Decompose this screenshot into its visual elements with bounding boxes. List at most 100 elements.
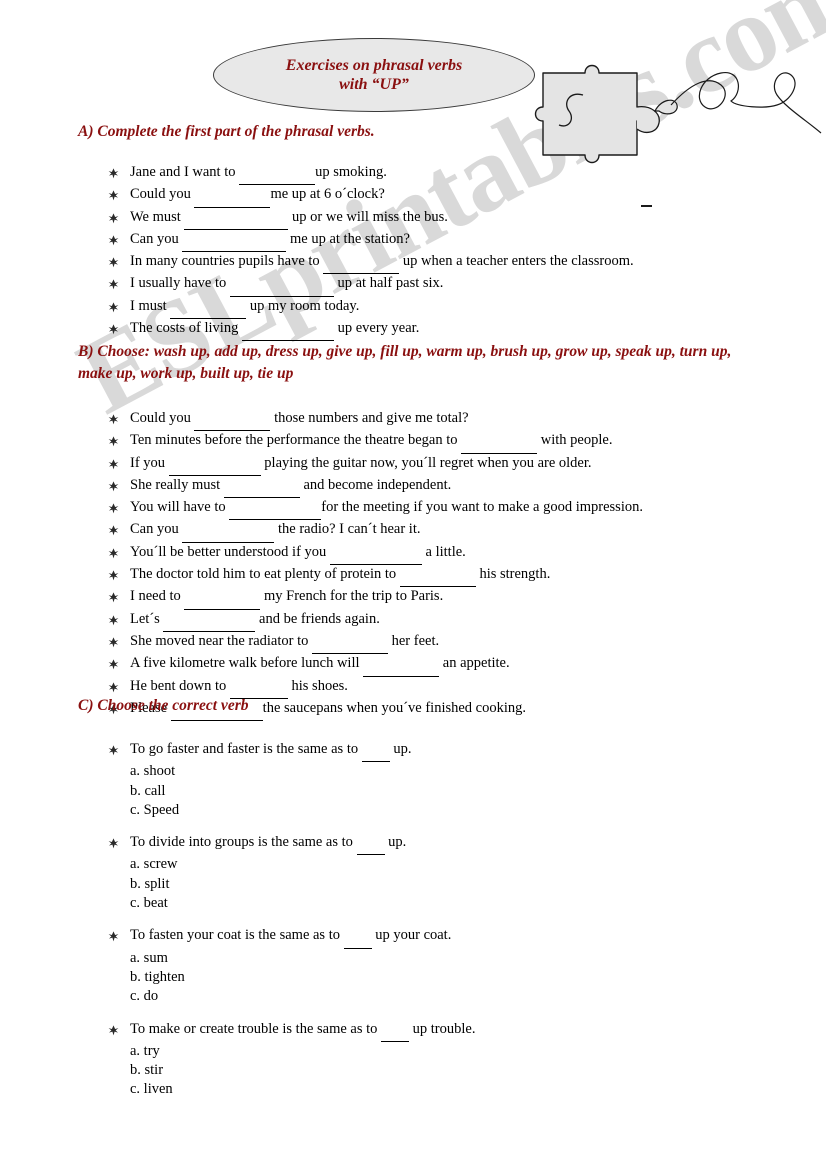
answer-blank[interactable] bbox=[239, 165, 316, 186]
option-item[interactable]: a. screw bbox=[130, 855, 475, 874]
question-block: To divide into groups is the same as to … bbox=[108, 833, 475, 913]
answer-blank[interactable] bbox=[229, 500, 322, 521]
title-line-1: Exercises on phrasal verbs bbox=[285, 57, 463, 74]
exercise-sentence: I usually have to up at half past six. bbox=[130, 274, 634, 297]
option-item[interactable]: a. try bbox=[130, 1042, 475, 1061]
answer-blank[interactable] bbox=[361, 742, 390, 763]
exercise-sentence: Can you the radio? I can´t hear it. bbox=[130, 520, 643, 543]
answer-blank[interactable] bbox=[184, 589, 261, 610]
answer-blank[interactable] bbox=[343, 928, 372, 949]
option-item[interactable]: b. split bbox=[130, 875, 475, 894]
answer-blank[interactable] bbox=[168, 456, 261, 476]
option-item[interactable]: a. sum bbox=[130, 949, 475, 968]
sentence-prefix: He bent down to bbox=[130, 677, 230, 694]
exercise-sentence: Jane and I want to up smoking. bbox=[130, 163, 634, 186]
answer-blank[interactable] bbox=[184, 210, 289, 230]
question-row: To go faster and faster is the same as t… bbox=[108, 740, 475, 763]
exercise-sentence: She really must and become independent. bbox=[130, 476, 643, 499]
question-block: To fasten your coat is the same as to up… bbox=[108, 926, 475, 1006]
answer-blank[interactable] bbox=[323, 254, 400, 275]
answer-blank[interactable] bbox=[223, 478, 300, 499]
exercise-item: Could you me up at 6 o´clock? bbox=[108, 185, 634, 208]
puzzle-piece-icon bbox=[534, 64, 822, 164]
exercise-sentence: Ten minutes before the performance the t… bbox=[130, 431, 643, 454]
sentence-suffix: playing the guitar now, you´ll regret wh… bbox=[260, 454, 592, 471]
answer-blank[interactable] bbox=[399, 567, 476, 588]
section-b-list: Could you those numbers and give me tota… bbox=[108, 409, 643, 722]
exercise-sentence: You will have to for the meeting if you … bbox=[130, 498, 643, 521]
option-item[interactable]: a. shoot bbox=[130, 762, 475, 781]
answer-blank[interactable] bbox=[363, 656, 440, 677]
exercise-item: I must up my room today. bbox=[108, 297, 634, 320]
bullet-icon bbox=[108, 520, 130, 536]
title-balloon: Exercises on phrasal verbs with “UP” bbox=[213, 38, 535, 112]
answer-blank[interactable] bbox=[194, 411, 271, 432]
bullet-icon bbox=[108, 740, 130, 756]
section-a-heading: A) Complete the first part of the phrasa… bbox=[78, 123, 375, 140]
answer-blank[interactable] bbox=[461, 433, 538, 454]
question-suffix: up. bbox=[384, 834, 407, 851]
sentence-prefix: Could you bbox=[130, 186, 195, 203]
answer-blank[interactable] bbox=[182, 232, 287, 253]
question-row: To divide into groups is the same as to … bbox=[108, 833, 475, 856]
sentence-suffix: for the meeting if you want to make a go… bbox=[321, 499, 643, 516]
answer-blank[interactable] bbox=[312, 634, 388, 655]
answer-blank[interactable] bbox=[329, 545, 422, 566]
answer-blank[interactable] bbox=[194, 187, 271, 208]
option-item[interactable]: c. Speed bbox=[130, 801, 475, 820]
bullet-icon bbox=[108, 274, 130, 290]
section-a-list: Jane and I want to up smoking. Could you … bbox=[108, 163, 634, 342]
option-item[interactable]: c. do bbox=[130, 987, 475, 1006]
option-item[interactable]: b. tighten bbox=[130, 968, 475, 987]
answer-blank[interactable] bbox=[241, 321, 334, 342]
exercise-sentence: If you playing the guitar now, you´ll re… bbox=[130, 454, 643, 476]
bullet-icon bbox=[108, 409, 130, 425]
sentence-suffix: the radio? I can´t hear it. bbox=[274, 521, 421, 538]
answer-blank[interactable] bbox=[182, 522, 275, 543]
sentence-suffix: his strength. bbox=[475, 566, 551, 583]
section-b-heading: B) Choose: wash up, add up, dress up, gi… bbox=[78, 343, 732, 382]
question-block: To make or create trouble is the same as… bbox=[108, 1020, 475, 1100]
sentence-suffix: up smoking. bbox=[315, 164, 387, 180]
question-text: To make or create trouble is the same as… bbox=[130, 1020, 475, 1042]
bullet-icon bbox=[108, 498, 130, 514]
answer-blank[interactable] bbox=[170, 299, 247, 320]
exercise-sentence: Can you me up at the station? bbox=[130, 230, 634, 253]
sentence-suffix: the saucepans when you´ve finished cooki… bbox=[262, 699, 527, 716]
bullet-icon bbox=[108, 208, 130, 224]
sentence-prefix: I must bbox=[130, 297, 171, 314]
sentence-prefix: Let´s bbox=[130, 610, 164, 627]
sentence-prefix: The costs of living bbox=[130, 320, 242, 337]
exercise-sentence: I need to my French for the trip to Pari… bbox=[130, 587, 643, 610]
question-suffix: up your coat. bbox=[371, 927, 452, 944]
option-item[interactable]: c. beat bbox=[130, 894, 475, 913]
option-item[interactable]: c. liven bbox=[130, 1080, 475, 1099]
bullet-icon bbox=[108, 185, 130, 201]
bullet-icon bbox=[108, 297, 130, 313]
sentence-prefix: We must bbox=[130, 208, 185, 225]
sentence-prefix: If you bbox=[130, 454, 169, 471]
exercise-sentence: Could you those numbers and give me tota… bbox=[130, 409, 643, 432]
option-item[interactable]: b. stir bbox=[130, 1061, 475, 1080]
sentence-prefix: You´ll be better understood if you bbox=[130, 543, 330, 560]
bullet-icon bbox=[108, 565, 130, 581]
answer-blank[interactable] bbox=[229, 276, 334, 297]
exercise-sentence: We must up or we will miss the bus. bbox=[130, 208, 634, 230]
bullet-icon bbox=[108, 677, 130, 693]
option-item[interactable]: b. call bbox=[130, 782, 475, 801]
answer-blank[interactable] bbox=[356, 835, 385, 856]
answer-blank[interactable] bbox=[381, 1022, 410, 1042]
section-c-list: To go faster and faster is the same as t… bbox=[108, 740, 475, 1113]
exercise-item: Ten minutes before the performance the t… bbox=[108, 431, 643, 454]
question-prefix: To make or create trouble is the same as… bbox=[130, 1020, 382, 1037]
exercise-sentence: A five kilometre walk before lunch will … bbox=[130, 654, 643, 677]
exercise-item: Can you me up at the station? bbox=[108, 230, 634, 253]
answer-blank[interactable] bbox=[163, 612, 256, 632]
exercise-item: The costs of living up every year. bbox=[108, 319, 634, 342]
exercise-item: The doctor told him to eat plenty of pro… bbox=[108, 565, 643, 588]
sentence-prefix: Ten minutes before the performance the t… bbox=[130, 432, 462, 449]
exercise-item: You´ll be better understood if you a lit… bbox=[108, 543, 643, 566]
sentence-suffix: me up at the station? bbox=[286, 230, 410, 247]
exercise-item: I usually have to up at half past six. bbox=[108, 274, 634, 297]
sentence-suffix: with people. bbox=[537, 432, 613, 449]
